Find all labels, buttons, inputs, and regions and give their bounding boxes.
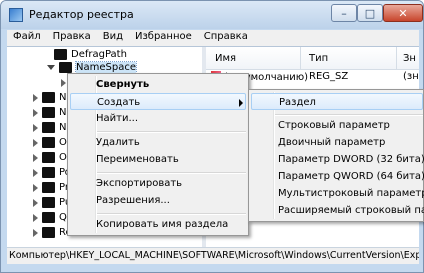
value-data: (зн: [403, 71, 419, 82]
menu-item-create[interactable]: Создать: [70, 93, 246, 110]
folder-icon: [54, 49, 67, 60]
submenu-item-dword-value[interactable]: Параметр DWORD (32 бита): [251, 151, 424, 168]
menu-separator: [97, 213, 246, 215]
expand-arrow-icon[interactable]: [47, 65, 55, 70]
minimize-button[interactable]: –: [331, 4, 357, 22]
column-header-value[interactable]: Зн: [403, 53, 416, 64]
collapse-arrow-icon[interactable]: [33, 153, 38, 162]
status-path: Компьютер\HKEY_LOCAL_MACHINE\SOFTWARE\Mi…: [9, 250, 419, 261]
submenu-item-string-value[interactable]: Строковый параметр: [251, 117, 424, 134]
value-type: REG_SZ: [309, 71, 349, 82]
column-header-type[interactable]: Тип: [309, 53, 328, 64]
folder-icon: [42, 137, 55, 148]
menu-item-rename[interactable]: Переименовать: [70, 151, 246, 168]
collapse-arrow-icon[interactable]: [33, 168, 38, 177]
menu-view[interactable]: Вид: [97, 30, 129, 46]
menu-separator: [275, 114, 423, 116]
column-divider[interactable]: [300, 47, 301, 69]
maximize-button[interactable]: □: [357, 4, 383, 22]
window-title: Редактор реестра: [29, 8, 134, 21]
column-header-name[interactable]: Имя: [215, 53, 236, 64]
folder-icon: [42, 167, 55, 178]
collapse-arrow-icon[interactable]: [33, 198, 38, 207]
collapse-arrow-icon[interactable]: [33, 123, 38, 132]
tree-item-label: DefragPath: [71, 49, 127, 60]
close-icon: ✕: [398, 6, 408, 20]
collapse-arrow-icon[interactable]: [33, 93, 38, 102]
close-button[interactable]: ✕: [383, 4, 423, 22]
registry-app-icon: [9, 8, 23, 22]
submenu-item-key[interactable]: Раздел: [251, 93, 423, 110]
folder-icon: [42, 107, 55, 118]
menu-file[interactable]: Файл: [7, 30, 47, 46]
menu-separator: [97, 131, 246, 133]
menu-favorites[interactable]: Избранное: [129, 30, 198, 46]
folder-icon: [42, 212, 55, 223]
tree-item[interactable]: DefragPath: [54, 48, 127, 61]
menu-item-export[interactable]: Экспортировать: [70, 175, 246, 192]
menu-item-permissions[interactable]: Разрешения...: [70, 192, 246, 209]
submenu-item-expandable-string-value[interactable]: Расширяемый строковый параметр: [251, 202, 424, 219]
submenu-item-multistring-value[interactable]: Мультистроковый параметр: [251, 185, 424, 202]
collapse-arrow-icon[interactable]: [33, 138, 38, 147]
submenu-arrow-icon: [239, 99, 243, 107]
menu-edit[interactable]: Правка: [47, 30, 97, 46]
list-header: Имя Тип Зн: [206, 47, 419, 70]
minimize-icon: –: [341, 6, 347, 20]
collapse-arrow-icon[interactable]: [33, 213, 38, 222]
menu-item-collapse[interactable]: Свернуть: [70, 76, 246, 93]
collapse-arrow-icon[interactable]: [33, 108, 38, 117]
folder-icon: [42, 122, 55, 133]
folder-icon: [42, 92, 55, 103]
create-submenu: Раздел Строковый параметр Двоичный парам…: [248, 89, 424, 222]
menu-item-delete[interactable]: Удалить: [70, 134, 246, 151]
tree-item-label: NameSpace: [75, 61, 137, 74]
folder-icon: [42, 227, 55, 238]
folder-icon: [42, 182, 55, 193]
menu-item-copy-key-name[interactable]: Копировать имя раздела: [70, 216, 246, 233]
collapse-arrow-icon[interactable]: [33, 183, 38, 192]
folder-icon: [42, 197, 55, 208]
submenu-item-binary-value[interactable]: Двоичный параметр: [251, 134, 424, 151]
folder-icon: [42, 152, 55, 163]
folder-icon: [59, 62, 72, 73]
status-bar: Компьютер\HKEY_LOCAL_MACHINE\SOFTWARE\Mi…: [7, 247, 419, 264]
menu-item-label: Создать: [97, 97, 141, 108]
menu-separator: [97, 172, 246, 174]
maximize-icon: □: [364, 6, 376, 20]
context-menu: Свернуть Создать Найти... Удалить Переим…: [67, 73, 249, 236]
title-bar[interactable]: Редактор реестра – □ ✕: [1, 1, 423, 29]
menu-item-find[interactable]: Найти...: [70, 110, 246, 127]
menu-bar: Файл Правка Вид Избранное Справка: [7, 30, 419, 46]
menu-help[interactable]: Справка: [198, 30, 254, 46]
collapse-arrow-icon[interactable]: [33, 228, 38, 237]
submenu-item-qword-value[interactable]: Параметр QWORD (64 бита): [251, 168, 424, 185]
collapse-arrow-icon[interactable]: [61, 78, 66, 87]
column-divider[interactable]: [396, 47, 397, 69]
